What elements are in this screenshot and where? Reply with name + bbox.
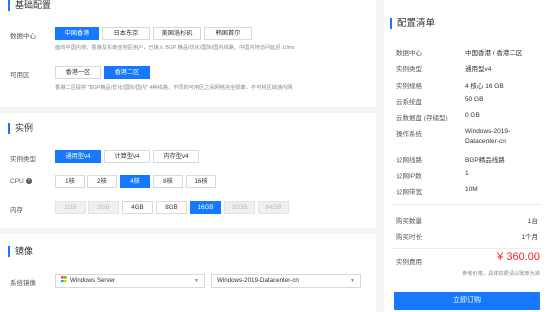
chevron-down-icon: ▼ [350, 278, 355, 284]
summary-value: 50 GB [465, 96, 484, 103]
mem-4gb-button[interactable]: 4GB [122, 201, 153, 214]
mem-2gb-button[interactable]: 2GB [88, 201, 119, 214]
type-memory-button[interactable]: 内存型v4 [153, 150, 199, 163]
mem-32gb-button[interactable]: 32GB [224, 201, 255, 214]
instance-panel: 实例 实例类型 通用型v4 计算型v4 内存型v4 CPU? 1核 2核 4核 … [0, 113, 376, 228]
version-select-value: Windows-2019-Datacenter-cn [217, 277, 299, 284]
summary-key: 公网带宽 [396, 189, 422, 196]
os-select[interactable]: Windows Server ▼ [55, 274, 205, 288]
mem-1gb-button[interactable]: 1GB [55, 201, 86, 214]
summary-key: 公网线路 [396, 157, 422, 164]
summary-key: 云数据盘 (存储型) [396, 115, 448, 122]
cpu-label: CPU? [10, 178, 32, 185]
cpu-16-button[interactable]: 16核 [186, 175, 216, 188]
mem-8gb-button[interactable]: 8GB [156, 201, 187, 214]
cpu-1-button[interactable]: 1核 [55, 175, 85, 188]
summary-value: 1 [465, 170, 469, 177]
image-title: 镜像 [8, 246, 33, 257]
datacenter-hongkong-button[interactable]: 中国香港 [55, 27, 99, 40]
summary-value: 4 核心 16 GB [465, 83, 504, 90]
summary-key: 操作系统 [396, 131, 422, 138]
fee-note: 参考价格，具体扣费请以账单为准 [462, 271, 540, 277]
summary-key: 数据中心 [396, 50, 422, 57]
datacenter-note: 面向中国内地、香港及东南亚地区用户，已接入 BGP 精品/优化/国际/国内线路，… [55, 45, 295, 51]
datacenter-label: 数据中心 [10, 33, 36, 40]
version-select[interactable]: Windows-2019-Datacenter-cn ▼ [211, 274, 361, 288]
datacenter-tokyo-button[interactable]: 日本东京 [102, 27, 150, 40]
zone-hk1-button[interactable]: 香港一区 [55, 66, 101, 79]
type-compute-button[interactable]: 计算型v4 [104, 150, 150, 163]
cpu-4-button[interactable]: 4核 [120, 175, 150, 188]
quantity-value: 1台 [527, 218, 538, 225]
summary-value: Windows-2019- [465, 128, 511, 135]
datacenter-losangeles-button[interactable]: 美国洛杉矶 [153, 27, 201, 40]
mem-64gb-button[interactable]: 64GB [258, 201, 289, 214]
summary-key: 实例类型 [396, 66, 422, 73]
cpu-8-button[interactable]: 8核 [153, 175, 183, 188]
instance-type-label: 实例类型 [10, 156, 36, 163]
zone-label: 可用区 [10, 72, 30, 79]
summary-value: BGP精品线路 [465, 157, 505, 164]
quantity-label: 购买数量 [396, 218, 422, 225]
summary-key: 云系统盘 [396, 99, 422, 106]
divider [392, 248, 542, 249]
datacenter-seoul-button[interactable]: 韩国首尔 [204, 27, 252, 40]
mem-16gb-button[interactable]: 16GB [190, 201, 221, 214]
summary-value: 中国香港 / 香港二区 [465, 50, 523, 57]
summary-value: Datacenter-cn [465, 138, 506, 145]
summary-key: 实例规格 [396, 83, 422, 90]
fee-value: ¥ 360.00 [497, 251, 540, 263]
buy-now-button[interactable]: 立即订购 [394, 292, 540, 310]
cpu-label-text: CPU [10, 178, 24, 185]
instance-title: 实例 [8, 123, 33, 134]
summary-key: 公网IP数 [396, 173, 422, 180]
windows-icon [61, 276, 67, 283]
divider [392, 204, 542, 205]
zone-note: 香港二区提供 "BGP精品/优化/国际/国内" 4种线路，不同的可用区之间网络完… [55, 85, 293, 91]
summary-title: 配置清单 [390, 18, 435, 29]
image-panel: 镜像 系统镜像 Windows Server ▼ Windows-2019-Da… [0, 234, 376, 312]
os-select-value: Windows Server [70, 277, 116, 284]
duration-value: 1个月 [521, 234, 538, 241]
help-icon[interactable]: ? [25, 178, 32, 185]
summary-value: 0 GB [465, 112, 480, 119]
memory-label: 内存 [10, 207, 23, 214]
duration-label: 购买时长 [396, 234, 422, 241]
image-label: 系统镜像 [10, 280, 36, 287]
cpu-2-button[interactable]: 2核 [87, 175, 117, 188]
type-general-button[interactable]: 通用型v4 [55, 150, 101, 163]
basic-config-title: 基础配置 [8, 0, 51, 11]
chevron-down-icon: ▼ [194, 278, 199, 284]
summary-value: 10M [465, 186, 478, 193]
basic-config-panel: 基础配置 数据中心 中国香港 日本东京 美国洛杉矶 韩国首尔 面向中国内地、香港… [0, 0, 376, 107]
zone-hk2-button[interactable]: 香港二区 [104, 66, 150, 79]
summary-value: 通用型v4 [465, 66, 492, 73]
fee-label: 实例费用 [396, 259, 422, 266]
